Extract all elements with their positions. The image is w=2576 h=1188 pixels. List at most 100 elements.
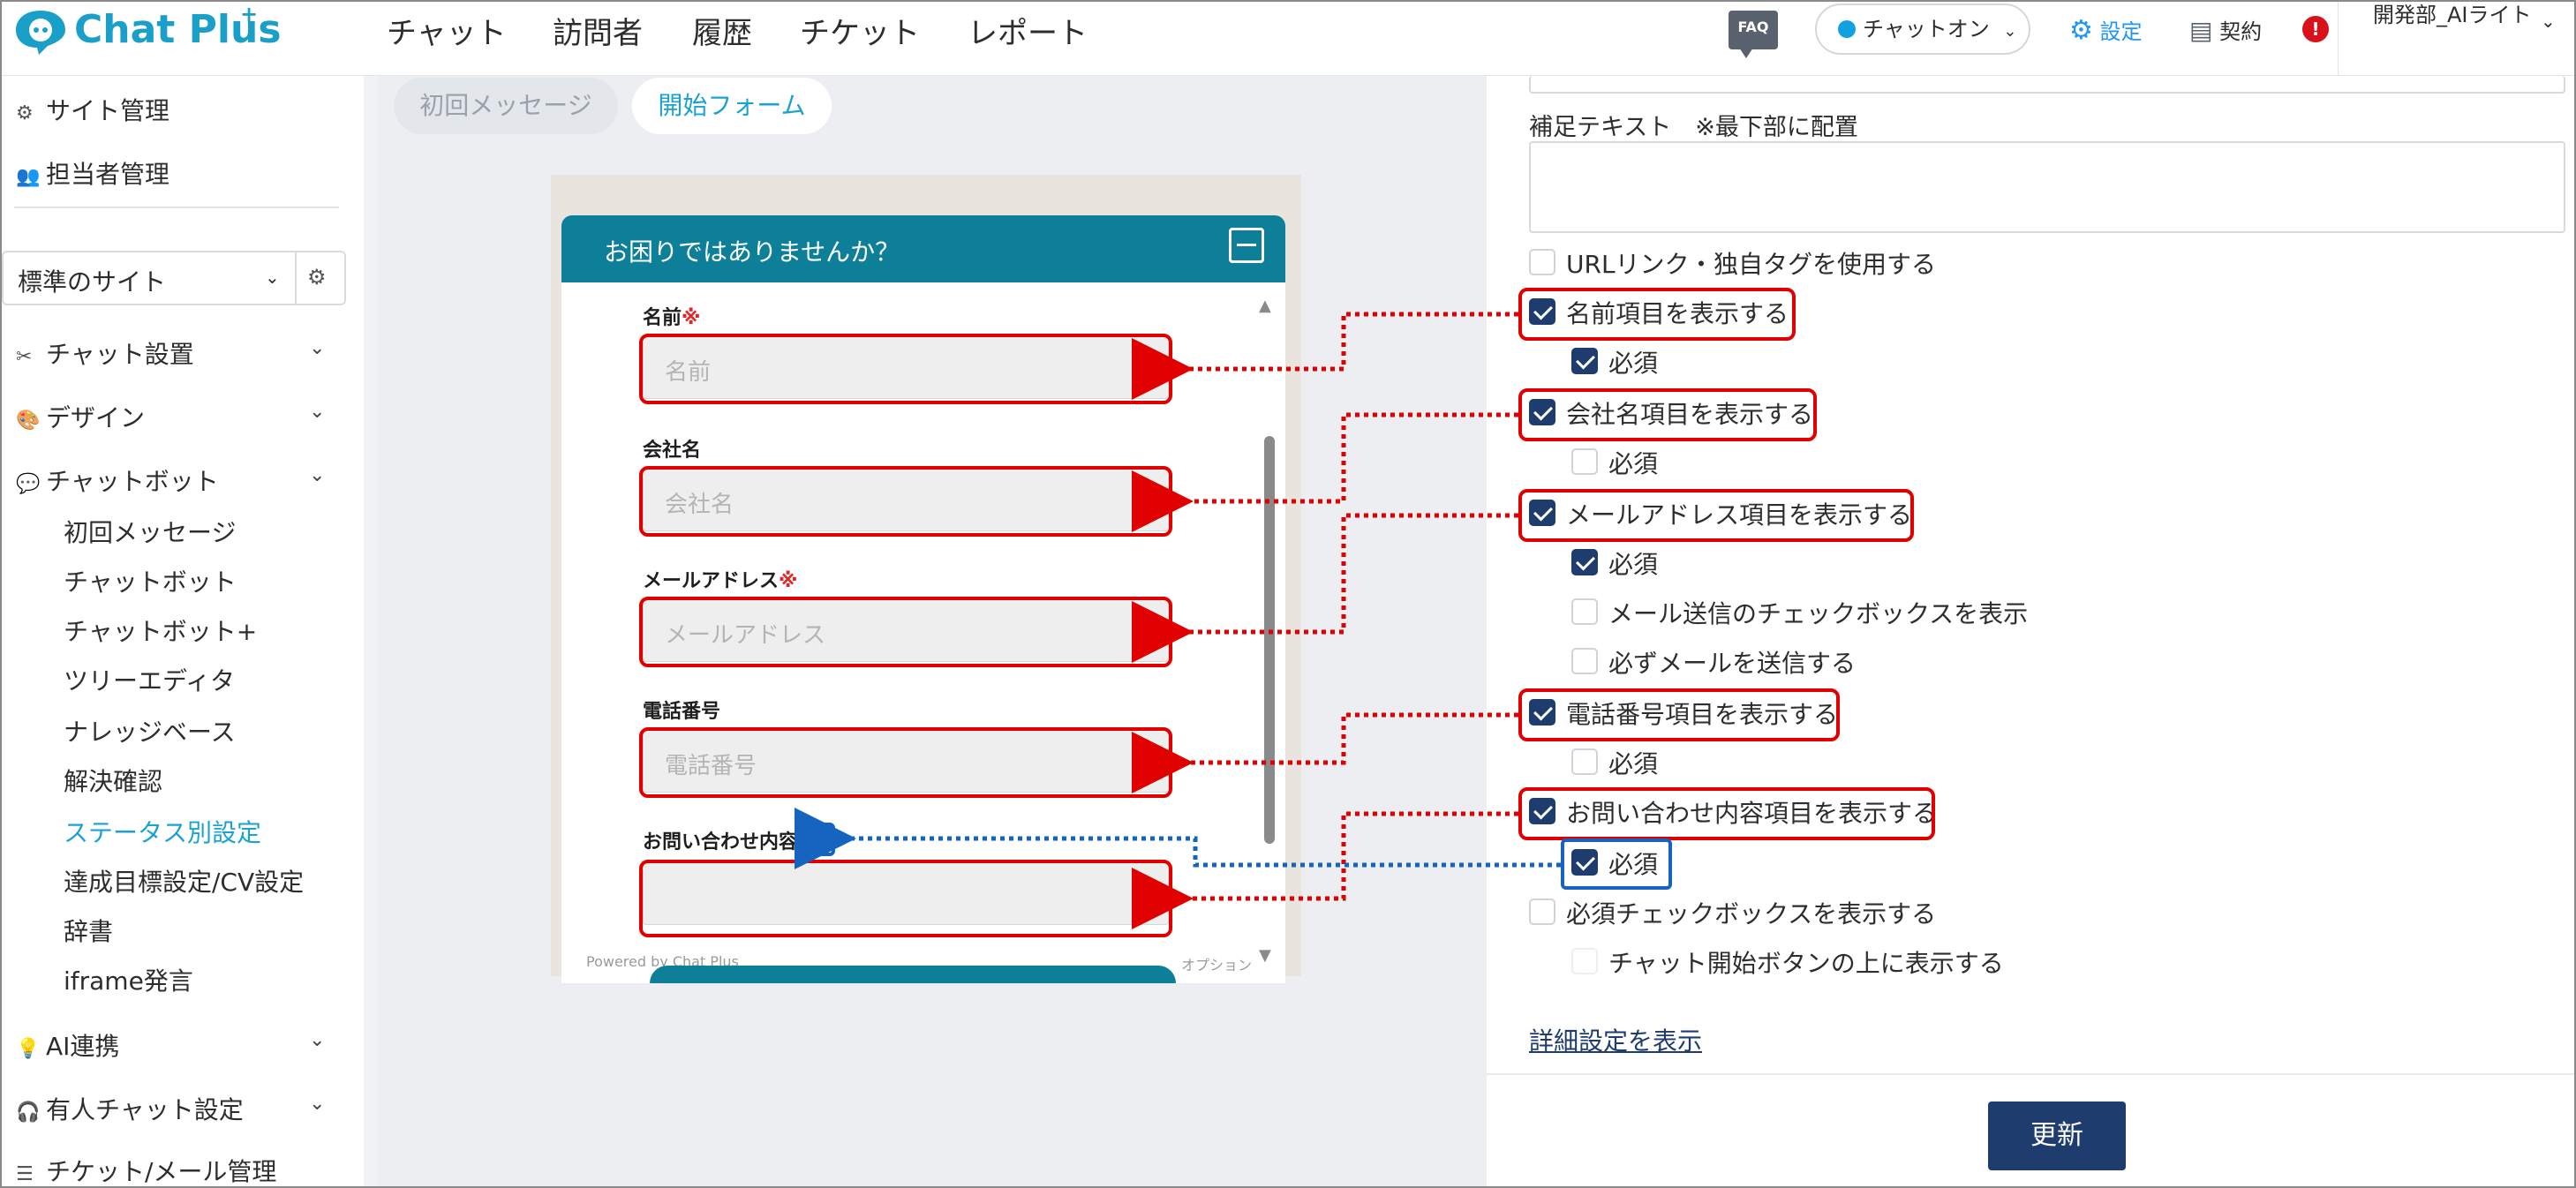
widget-scrollbar[interactable] <box>1264 436 1275 844</box>
header-separator <box>2338 0 2339 76</box>
field-label-inquiry: お問い合わせ内容※ <box>643 831 817 853</box>
nav-tickets[interactable]: チケット <box>800 9 920 52</box>
sidebar-sub-status-settings[interactable]: ステータス別設定 <box>64 814 261 849</box>
chevron-down-icon[interactable]: ⌄ <box>2541 11 2556 32</box>
palette-icon: 🎨 <box>16 410 41 432</box>
checkbox-above-start-button[interactable] <box>1571 948 1598 974</box>
always-send-mail-label: 必ずメールを送信する <box>1608 649 1857 678</box>
highlight-company-input <box>639 466 1172 537</box>
chat-status-dropdown[interactable]: チャットオン ⌄ <box>1815 4 2030 55</box>
textarea-above[interactable] <box>1529 76 2565 94</box>
company-required-label: 必須 <box>1608 449 1659 478</box>
sidebar-item-design[interactable]: 🎨 デザイン <box>16 399 145 434</box>
mail-checkbox-label: メール送信のチェックボックスを表示 <box>1608 599 2029 628</box>
site-select[interactable]: 標準のサイト ⌄ ⚙ <box>2 251 346 305</box>
chat-plus-logo-icon[interactable] <box>12 7 69 56</box>
sidebar-item-label: チャット設置 <box>46 340 194 369</box>
faq-button[interactable]: FAQ <box>1729 11 1778 58</box>
list-icon: ☰ <box>16 1163 34 1185</box>
people-icon: 👥 <box>16 166 41 188</box>
sidebar-sub-knowledge-base[interactable]: ナレッジベース <box>64 713 236 748</box>
chevron-down-icon[interactable]: ⌄ <box>309 464 325 486</box>
settings-label: 設定 <box>2099 19 2143 44</box>
sidebar-sub-tree-editor[interactable]: ツリーエディタ <box>64 662 235 697</box>
document-icon: ▤ <box>2189 16 2213 45</box>
settings-panel <box>1487 76 2576 1188</box>
field-label-phone: 電話番号 <box>643 701 721 723</box>
chevron-down-icon[interactable]: ⌄ <box>309 1093 325 1115</box>
site-settings-gear-icon[interactable]: ⚙ <box>307 265 327 289</box>
sidebar-item-label: 有人チャット設定 <box>46 1095 244 1124</box>
widget-header: お困りではありませんか？ <box>561 215 1285 282</box>
url-link-label: URLリンク・独自タグを使用する <box>1566 250 1936 279</box>
checkbox-phone-required[interactable] <box>1571 748 1598 775</box>
highlight-show-inquiry <box>1518 787 1935 840</box>
sidebar-item-label: デザイン <box>46 403 146 432</box>
scroll-down-icon[interactable]: ▼ <box>1259 946 1271 965</box>
tab-start-form[interactable]: 開始フォーム <box>632 78 832 134</box>
highlight-show-name <box>1518 288 1796 341</box>
sidebar-item-chatbot[interactable]: 💬 チャットボット <box>16 462 219 498</box>
sidebar-sub-chatbot[interactable]: チャットボット <box>64 563 237 598</box>
site-select-value: 標準のサイト <box>18 267 167 297</box>
chevron-down-icon[interactable]: ⌄ <box>309 1029 325 1051</box>
checkbox-name-required[interactable] <box>1571 348 1598 374</box>
sidebar-item-manned-chat[interactable]: 🎧 有人チャット設定 <box>16 1091 244 1126</box>
show-required-checkbox-label: 必須チェックボックスを表示する <box>1566 899 1937 929</box>
user-menu[interactable]: 開発部_AIライト <box>2373 0 2550 30</box>
chat-start-button[interactable] <box>650 966 1176 983</box>
supplement-textarea[interactable] <box>1529 141 2565 233</box>
sidebar-item-label: チャットボット <box>46 467 219 496</box>
nav-chat[interactable]: チャット <box>387 9 507 52</box>
sidebar-item-label: サイト管理 <box>46 96 170 125</box>
sidebar-item-ticket[interactable]: ☰ チケット/メール管理 <box>16 1153 276 1188</box>
sidebar-item-chat-setup[interactable]: ✂ チャット設置 <box>16 335 194 371</box>
sidebar-sub-chatbot-plus[interactable]: チャットボット+ <box>64 613 257 648</box>
sidebar-item-label: AI連携 <box>46 1032 120 1061</box>
checkbox-always-send-mail[interactable] <box>1571 648 1598 674</box>
sidebar-item-ai[interactable]: 💡 AI連携 <box>16 1027 119 1063</box>
show-detail-settings-link[interactable]: 詳細設定を表示 <box>1529 1022 1702 1057</box>
sidebar-sub-resolution[interactable]: 解決確認 <box>64 763 162 798</box>
gear-person-icon: ⚙ <box>16 102 34 124</box>
alert-icon[interactable]: ! <box>2302 16 2329 42</box>
sidebar-divider <box>14 207 339 208</box>
chevron-down-icon[interactable]: ⌄ <box>309 401 325 423</box>
highlight-required-mark <box>802 823 835 856</box>
chat-status-label: チャットオン <box>1863 17 1990 41</box>
sidebar-sub-first-message[interactable]: 初回メッセージ <box>64 514 236 549</box>
tab-first-message[interactable]: 初回メッセージ <box>394 78 618 134</box>
sidebar-item-site-manage[interactable]: ⚙ サイト管理 <box>16 92 169 127</box>
logo-plus: + <box>240 2 259 26</box>
sidebar-sub-goal-settings[interactable]: 達成目標設定/CV設定 <box>64 863 304 899</box>
minimize-icon[interactable] <box>1229 228 1264 263</box>
phone-required-label: 必須 <box>1608 749 1659 778</box>
checkbox-email-required[interactable] <box>1571 549 1598 575</box>
sidebar-scrollbar[interactable] <box>364 76 378 1188</box>
nav-reports[interactable]: レポート <box>968 9 1088 52</box>
contract-label: 契約 <box>2219 19 2263 44</box>
scroll-up-icon[interactable]: ▲ <box>1259 297 1271 315</box>
checkbox-company-required[interactable] <box>1571 448 1598 475</box>
sidebar-sub-dictionary[interactable]: 辞書 <box>64 913 113 948</box>
chevron-down-icon[interactable]: ⌄ <box>309 337 325 359</box>
field-label-name: 名前※ <box>643 307 701 329</box>
option-link[interactable]: オプション <box>1181 953 1252 974</box>
nav-history[interactable]: 履歴 <box>692 9 752 52</box>
supplement-text-label: 補足テキスト ※最下部に配置 <box>1529 114 1858 141</box>
checkbox-url-link[interactable] <box>1529 249 1555 275</box>
email-required-label: 必須 <box>1608 550 1659 579</box>
update-button[interactable]: 更新 <box>1988 1102 2126 1170</box>
sidebar-sub-iframe[interactable]: iframe発言 <box>64 962 193 997</box>
settings-link[interactable]: ⚙ 設定 <box>2069 14 2143 46</box>
highlight-show-company <box>1518 388 1817 441</box>
highlight-show-email <box>1518 489 1914 542</box>
sidebar-item-staff-manage[interactable]: 👥 担当者管理 <box>16 155 169 191</box>
contract-link[interactable]: ▤ 契約 <box>2189 14 2262 45</box>
name-required-label: 必須 <box>1608 349 1659 378</box>
nav-visitors[interactable]: 訪問者 <box>553 9 643 52</box>
bulb-icon: 💡 <box>16 1038 41 1060</box>
headset-icon: 🎧 <box>16 1102 41 1124</box>
checkbox-mail-checkbox[interactable] <box>1571 598 1598 625</box>
checkbox-show-required-checkbox[interactable] <box>1529 899 1555 925</box>
